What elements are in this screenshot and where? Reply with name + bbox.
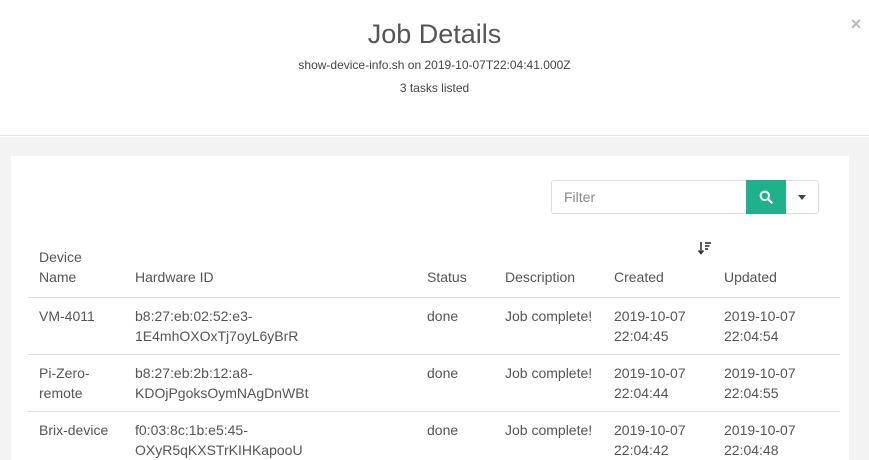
cell-created: 2019-10-07 22:04:45 [603,297,713,355]
column-updated[interactable]: Updated [713,228,840,298]
cell-description: Job complete! [494,297,603,355]
search-icon [759,190,773,204]
table-header-row: Device Name Hardware ID Status Descripti… [28,228,840,298]
caret-down-icon [798,194,806,200]
sort-descending-icon[interactable] [697,240,713,256]
cell-device-name: Pi-Zero-remote [28,354,124,412]
cell-status: done [416,354,494,412]
column-created[interactable]: Created [603,228,713,298]
column-hardware-id[interactable]: Hardware ID [124,228,416,298]
table-row[interactable]: VM-4011 b8:27:eb:02:52:e3-1E4mhOXOxTj7oy… [28,297,840,355]
cell-updated: 2019-10-07 22:04:55 [713,354,840,412]
modal-body: Device Name Hardware ID Status Descripti… [0,137,869,460]
cell-hardware-id: b8:27:eb:02:52:e3-1E4mhOXOxTj7oyL6yBrR [124,297,416,355]
filter-group [551,180,819,214]
cell-status: done [416,297,494,355]
table-row[interactable]: Brix-device f0:03:8c:1b:e5:45-OXyR5qKXST… [28,411,840,460]
table-row[interactable]: Pi-Zero-remote b8:27:eb:2b:12:a8- KDOjPgo… [28,354,840,412]
cell-device-name: Brix-device [39,421,109,438]
tasks-panel: Device Name Hardware ID Status Descripti… [11,156,849,460]
column-device-name[interactable]: Device Name [28,228,124,298]
search-button[interactable] [746,180,786,214]
cell-hardware-id: b8:27:eb:2b:12:a8- KDOjPgoksOymNAgDnWBt [124,354,416,412]
column-description[interactable]: Description [494,228,603,298]
cell-description: Job complete! [505,421,593,438]
tasks-table: Device Name Hardware ID Status Descripti… [28,228,840,460]
cell-updated: 2019-10-07 22:04:54 [713,297,840,355]
column-device-name-line1: Device [39,248,82,265]
cell-description: Job complete! [494,354,603,412]
job-subtitle: show-device-info.sh on 2019-10-07T22:04:… [298,58,571,72]
cell-created: 2019-10-07 22:04:42 [614,421,686,458]
task-count: 3 tasks listed [399,81,470,95]
cell-updated: 2019-10-07 22:04:48 [724,421,796,458]
column-created-label: Created [614,268,664,285]
cell-created: 2019-10-07 22:04:44 [603,354,713,412]
filter-dropdown-button[interactable] [786,180,819,214]
close-button[interactable]: × [848,14,864,34]
modal-header: Job Details show-device-info.sh on 2019-… [0,0,869,136]
cell-hardware-id: f0:03:8c:1b:e5:45-OXyR5qKXSTrKIHKapooU [135,421,303,458]
filter-input[interactable] [551,180,747,214]
cell-status: done [427,421,459,438]
column-status[interactable]: Status [416,228,494,298]
column-device-name-line2: Name [39,268,77,285]
cell-device-name: VM-4011 [28,297,124,355]
modal-title: Job Details [367,19,502,49]
